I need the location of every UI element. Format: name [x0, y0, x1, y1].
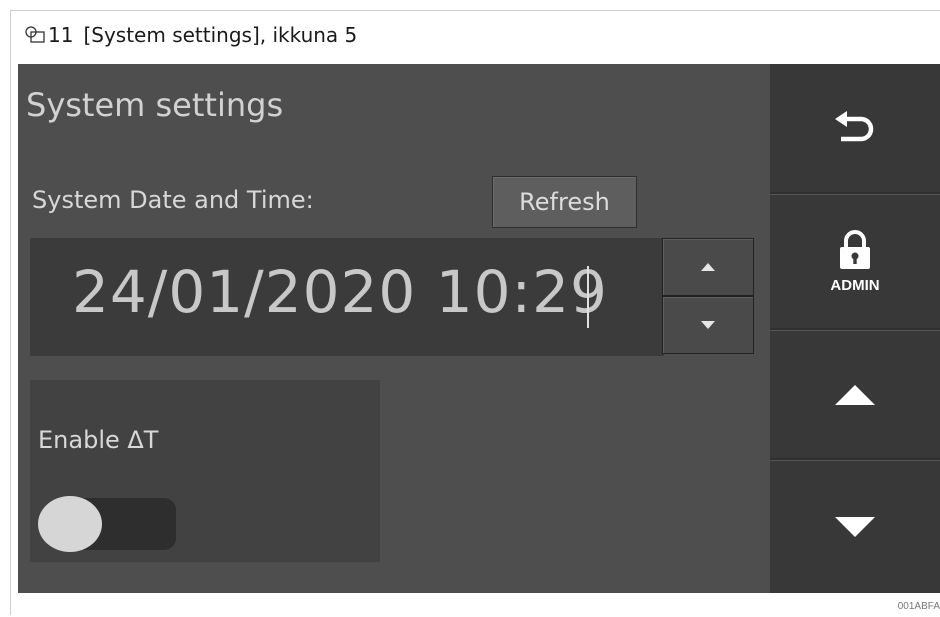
sidebar: ADMIN [770, 64, 940, 593]
text-caret [587, 266, 589, 328]
small-triangle-up-icon [701, 263, 715, 271]
enable-delta-t-toggle[interactable] [38, 496, 176, 552]
admin-login-button[interactable]: ADMIN [770, 194, 940, 328]
admin-label: ADMIN [830, 277, 880, 294]
back-button[interactable] [770, 64, 940, 192]
triangle-up-icon [835, 384, 875, 405]
datetime-field[interactable]: 24/01/2020 10:29 [30, 238, 664, 356]
padlock-icon [840, 230, 870, 269]
datetime-increment-button[interactable] [662, 238, 754, 296]
image-code: 001ABFA [897, 601, 940, 612]
figure-caption-text: [System settings], ikkuna 5 [83, 23, 358, 47]
figure-icon [24, 24, 46, 46]
refresh-button[interactable]: Refresh [492, 176, 637, 228]
document-border-left [10, 10, 11, 615]
back-arrow-icon [835, 111, 874, 142]
small-triangle-down-icon [701, 321, 715, 329]
enable-delta-t-label: Enable ΔT [38, 426, 159, 454]
figure-caption: 11 [System settings], ikkuna 5 [24, 20, 357, 50]
toggle-knob[interactable] [38, 496, 102, 552]
datetime-value: 24/01/2020 10:29 [72, 258, 608, 326]
triangle-down-icon [835, 517, 875, 537]
scroll-down-button[interactable] [770, 460, 940, 593]
datetime-label: System Date and Time: [32, 186, 314, 214]
datetime-decrement-button[interactable] [662, 296, 754, 354]
enable-delta-t-panel: Enable ΔT [30, 380, 380, 562]
device-screen: System settings System Date and Time: Re… [18, 64, 940, 593]
settings-panel: System settings System Date and Time: Re… [18, 64, 770, 593]
figure-number: 11 [48, 23, 74, 47]
document-border-top [10, 10, 940, 11]
page-title: System settings [26, 86, 284, 124]
scroll-up-button[interactable] [770, 330, 940, 458]
